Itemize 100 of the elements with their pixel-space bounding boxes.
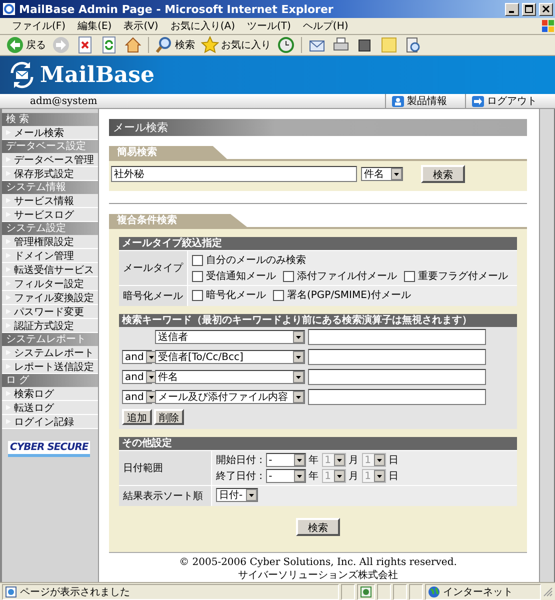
sidebar-item[interactable]: レポート送信設定 (2, 360, 98, 374)
sidebar-heading: データベース設定 (2, 140, 98, 153)
home-button[interactable] (122, 36, 144, 54)
caret-icon (146, 391, 157, 403)
sidebar-item[interactable]: サービス情報 (2, 194, 98, 208)
caret-icon (246, 489, 257, 501)
window-title: MailBase Admin Page - Microsoft Internet Explorer (19, 2, 334, 16)
star-button[interactable]: お気に入り (199, 36, 273, 54)
caret-icon (293, 391, 304, 403)
sidebar-heading: システムレポート (2, 333, 98, 346)
search-field[interactable]: 社外秘 (111, 166, 357, 182)
sidebar-heading: 検 索 (2, 113, 98, 126)
dropdown[interactable]: - (266, 469, 306, 483)
menu-item[interactable]: お気に入り(A) (164, 19, 241, 33)
caret-icon (334, 470, 345, 482)
dropdown[interactable]: メール及び添付ファイル内容 (155, 390, 305, 404)
search-button[interactable]: 検索 (153, 36, 197, 54)
unit-label: 月 (348, 454, 359, 467)
company-name: サイバーソリューションズ株式会社 (237, 568, 399, 582)
menu-item[interactable]: ヘルプ(H) (296, 19, 354, 33)
checkbox[interactable] (404, 270, 415, 282)
unit-label: 月 (348, 470, 359, 483)
clock-button[interactable] (275, 36, 297, 54)
refresh-icon (100, 36, 118, 54)
search-button[interactable]: 検索 (296, 518, 340, 536)
caret-icon (293, 351, 304, 363)
sidebar-item[interactable]: 保存形式設定 (2, 167, 98, 181)
sidebar-item[interactable]: サービスログ (2, 208, 98, 222)
dropdown[interactable]: and (122, 390, 152, 404)
copyright-text: © 2005-2006 Cyber Solutions, Inc. All rights reserved. (178, 557, 458, 568)
dropdown[interactable]: and (122, 370, 152, 384)
clock-icon (277, 36, 295, 54)
minimize-button[interactable] (505, 2, 519, 16)
menu-item[interactable]: 表示(V) (118, 19, 164, 33)
close-button[interactable] (539, 2, 553, 16)
keyword-field[interactable] (308, 389, 486, 405)
ie-logo-icon (2, 2, 16, 16)
checkbox[interactable] (283, 270, 294, 282)
sidebar-heading: システム情報 (2, 181, 98, 194)
search-button[interactable]: 検索 (421, 165, 465, 183)
checkbox[interactable] (192, 254, 203, 266)
unit-label: 日 (388, 454, 399, 467)
dropdown[interactable]: 送信者 (155, 330, 305, 344)
sidebar-item[interactable]: 転送ログ (2, 401, 98, 415)
form-button[interactable]: 削除 (154, 409, 184, 425)
sidebar-item[interactable]: ドメイン管理 (2, 249, 98, 263)
header-link[interactable]: ログアウト (465, 94, 555, 108)
checkbox-label: 添付ファイル付メール (297, 270, 397, 283)
sidebar-heading: システム設定 (2, 222, 98, 235)
checkbox[interactable] (273, 290, 284, 300)
sidebar-item[interactable]: 転送受信サービス (2, 263, 98, 277)
user-name: adm@system (29, 96, 98, 106)
unit-label: 年 (308, 454, 319, 467)
back-icon (6, 36, 24, 54)
menu-item[interactable]: ツール(T) (241, 19, 297, 33)
caret-icon (146, 371, 157, 383)
search-icon (155, 36, 173, 54)
sidebar-item[interactable]: 検索ログ (2, 387, 98, 401)
sidebar-item[interactable]: ファイル変換設定 (2, 291, 98, 305)
back-button[interactable]: 戻る (4, 36, 48, 54)
row-label: 結果表示ソート順 (119, 486, 212, 506)
sidebar-item[interactable]: メール検索 (2, 126, 98, 140)
row-label: メールタイプ (119, 251, 188, 285)
page-icon (5, 586, 17, 598)
home-icon (124, 36, 142, 54)
keyword-field[interactable] (308, 369, 486, 385)
menu-item[interactable]: ファイル(F) (6, 19, 72, 33)
sidebar-item[interactable]: システムレポート (2, 346, 98, 360)
menu-item[interactable]: 編集(E) (72, 19, 118, 33)
sidebar-item[interactable]: フィルター設定 (2, 277, 98, 291)
sidebar-item[interactable]: 管理権限設定 (2, 235, 98, 249)
sidebar-item[interactable]: ログイン記録 (2, 415, 98, 429)
row-label: 暗号化メール (119, 286, 188, 306)
sidebar-item[interactable]: 認証方式設定 (2, 319, 98, 333)
checkbox-label: 受信通知メール (206, 270, 276, 283)
caret-icon (146, 351, 157, 363)
dropdown[interactable]: and (122, 350, 152, 364)
checkbox-label: 重要フラグ付メール (418, 270, 508, 283)
checkbox-label: 暗号化メール (206, 288, 266, 302)
dropdown[interactable]: 日付- (216, 488, 258, 502)
globe-icon (428, 586, 440, 598)
keyword-field[interactable] (308, 329, 486, 345)
form-button[interactable]: 追加 (122, 409, 152, 425)
dropdown[interactable]: 件名 (361, 167, 403, 181)
keyword-field[interactable] (308, 349, 486, 365)
header-link[interactable]: 製品情報 (385, 94, 465, 108)
dropdown[interactable]: 受信者[To/Cc/Bcc] (155, 350, 305, 364)
dropdown[interactable]: - (266, 453, 306, 467)
caret-icon (293, 371, 304, 383)
page-title: メール検索 (109, 119, 527, 136)
checkbox[interactable] (192, 290, 203, 300)
dropdown[interactable]: 件名 (155, 370, 305, 384)
close-icon (542, 5, 550, 13)
cyber-secure-badge: CYBER SECURE (8, 441, 90, 457)
sidebar-item[interactable]: パスワード変更 (2, 305, 98, 319)
unit-label: 年 (308, 470, 319, 483)
sidebar-heading: ロ グ (2, 374, 98, 387)
sidebar-item[interactable]: データベース管理 (2, 153, 98, 167)
maximize-button[interactable] (522, 2, 536, 16)
checkbox[interactable] (192, 270, 203, 282)
